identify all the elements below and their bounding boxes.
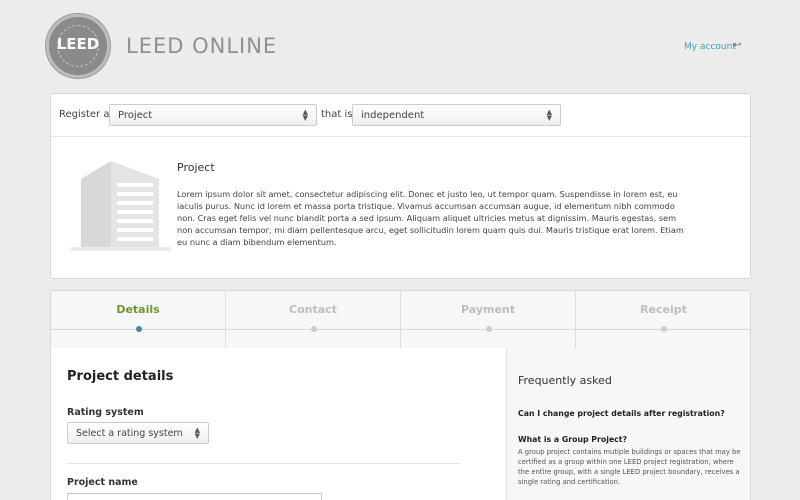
tab-contact[interactable]: Contact [226, 291, 401, 349]
tab-payment[interactable]: Payment [401, 291, 576, 349]
content-panel: Project details Rating system Select a r… [50, 348, 751, 500]
rating-system-label: Rating system [67, 407, 144, 418]
status-select-value: independent [361, 110, 425, 121]
type-select-value: Project [118, 110, 153, 121]
rating-select-value: Select a rating system [76, 428, 183, 439]
select-arrows-icon: ▲ ▼ [546, 108, 552, 122]
app-title: LEED ONLINE [126, 34, 278, 58]
building-icon [71, 161, 171, 251]
register-prefix-label: Register a [59, 109, 110, 120]
step-dot-icon [486, 326, 492, 332]
tab-receipt-label: Receipt [640, 303, 687, 316]
register-panel: Register a Project ▲ ▼ that is independen… [50, 93, 751, 279]
tab-contact-label: Contact [289, 303, 337, 316]
faq-answer: A group project contains mutiple buildin… [518, 448, 741, 486]
tab-details[interactable]: Details [51, 291, 226, 349]
logo-text: LEED [56, 35, 100, 53]
type-select[interactable]: Project ▲ ▼ [109, 104, 317, 126]
leed-logo: LEED [46, 14, 110, 78]
faq-sidebar: Frequently asked Can I change project de… [506, 348, 750, 500]
faq-question[interactable]: What is a Group Project? [518, 435, 627, 444]
tab-receipt[interactable]: Receipt [576, 291, 751, 349]
project-name-input[interactable] [67, 493, 322, 500]
select-arrows-icon: ▲ ▼ [194, 426, 200, 440]
status-select[interactable]: independent ▲ ▼ [352, 104, 561, 126]
reply-arrow-icon[interactable]: ↩ [733, 40, 741, 51]
my-account-link[interactable]: My account [684, 42, 736, 52]
step-tabs: Details Contact Payment Receipt [50, 290, 751, 349]
project-details-form: Project details Rating system Select a r… [51, 348, 506, 500]
project-title: Project [177, 161, 215, 174]
select-arrows-icon: ▲ ▼ [302, 108, 308, 122]
step-dot-icon [661, 326, 667, 332]
step-dot-icon [136, 326, 142, 332]
project-description: Lorem ipsum dolor sit amet, consectetur … [177, 189, 684, 247]
rating-system-select[interactable]: Select a rating system ▲ ▼ [67, 422, 209, 444]
faq-question[interactable]: Can I change project details after regis… [518, 409, 725, 418]
divider [67, 463, 460, 464]
tab-details-label: Details [116, 303, 160, 316]
register-bar: Register a Project ▲ ▼ that is independen… [51, 94, 750, 137]
project-name-label: Project name [67, 477, 138, 488]
section-title: Project details [67, 369, 174, 384]
faq-title: Frequently asked [518, 374, 612, 387]
tab-payment-label: Payment [460, 303, 516, 316]
register-middle-label: that is [321, 109, 353, 120]
step-dot-icon [311, 326, 317, 332]
